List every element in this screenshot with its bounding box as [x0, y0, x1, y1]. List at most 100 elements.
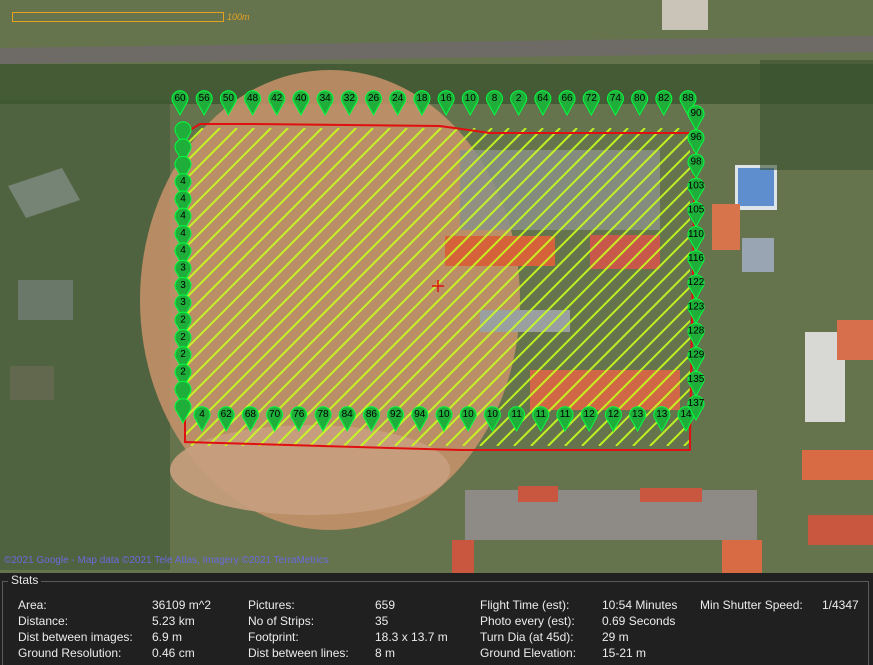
waypoint-number: 2	[180, 314, 186, 325]
waypoint-number: 129	[688, 350, 705, 361]
scale-bar-label: 100m	[227, 12, 250, 22]
stat-label-ground-elevation: Ground Elevation:	[480, 646, 577, 660]
stat-label-min-shutter-speed: Min Shutter Speed:	[700, 598, 803, 612]
building	[465, 490, 757, 540]
stats-groupbox	[2, 581, 869, 665]
waypoint-number: 2	[516, 93, 522, 104]
stat-label-photo-every: Photo every (est):	[480, 614, 575, 628]
waypoint-number: 3	[180, 263, 186, 274]
building	[640, 488, 702, 502]
stat-value-ground-resolution: 0.46 cm	[152, 646, 195, 660]
waypoint-number: 76	[293, 409, 305, 420]
building	[808, 515, 873, 545]
waypoint-number: 32	[344, 93, 356, 104]
tree-cover	[0, 64, 873, 104]
stat-label-footprint: Footprint:	[248, 630, 299, 644]
playground	[170, 425, 450, 515]
stat-label-pictures: Pictures:	[248, 598, 295, 612]
waypoint-number: 128	[688, 326, 705, 337]
stat-label-ground-resolution: Ground Resolution:	[18, 646, 122, 660]
waypoint-number: 56	[199, 93, 211, 104]
waypoint-number: 2	[180, 349, 186, 360]
waypoint-number: 18	[416, 93, 428, 104]
waypoint-number: 12	[608, 409, 620, 420]
stat-label-no-of-strips: No of Strips:	[248, 614, 315, 628]
stat-label-dist-between-images: Dist between images:	[18, 630, 133, 644]
waypoint-number: 137	[688, 398, 705, 409]
stats-title: Stats	[8, 573, 42, 587]
waypoint-number: 13	[632, 409, 644, 420]
building	[802, 450, 873, 480]
building	[738, 168, 774, 206]
waypoint-number: 72	[586, 93, 598, 104]
waypoint-number: 80	[634, 93, 646, 104]
waypoint-number: 4	[180, 176, 186, 187]
waypoint-number: 2	[180, 366, 186, 377]
building	[662, 0, 708, 30]
waypoint-number: 40	[295, 93, 307, 104]
building	[742, 238, 774, 272]
stat-value-distance: 5.23 km	[152, 614, 195, 628]
stat-label-dist-between-lines: Dist between lines:	[248, 646, 349, 660]
waypoint-number: 50	[223, 93, 235, 104]
stats-panel: Stats Area: 36109 m^2 Distance: 5.23 km …	[0, 573, 873, 665]
waypoint-number: 34	[320, 93, 332, 104]
stat-value-area: 36109 m^2	[152, 598, 212, 612]
waypoint-number: 16	[441, 93, 453, 104]
waypoint-number: 11	[536, 409, 547, 420]
stat-label-distance: Distance:	[18, 614, 69, 628]
waypoint-number: 70	[269, 409, 281, 420]
waypoint-number: 122	[688, 277, 705, 288]
building	[837, 320, 873, 360]
waypoint-number: 10	[438, 409, 450, 420]
waypoint-number: 24	[392, 93, 404, 104]
waypoint-number: 10	[465, 93, 477, 104]
stat-value-flight-time: 10:54 Minutes	[602, 598, 678, 612]
stat-value-turn-dia: 29 m	[602, 630, 629, 644]
waypoint-number: 103	[688, 181, 705, 192]
waypoint-number: 4	[180, 193, 186, 204]
waypoint-number: 98	[690, 156, 702, 167]
waypoint-number: 66	[561, 93, 573, 104]
waypoint-number: 13	[656, 409, 668, 420]
tree-cover	[760, 60, 873, 170]
waypoint-number: 26	[368, 93, 380, 104]
building	[722, 540, 762, 573]
waypoint-number: 3	[180, 280, 186, 291]
stat-value-pictures: 659	[375, 598, 396, 612]
stat-label-flight-time: Flight Time (est):	[480, 598, 570, 612]
waypoint-number: 94	[414, 409, 426, 420]
waypoint-number: 12	[584, 409, 596, 420]
map-view[interactable]: 60 56 50 48 42 40 34 32 26 24 18 16 10 8 2 64 66 72 74 80 82…	[0, 0, 873, 573]
waypoint-number: 74	[610, 93, 622, 104]
waypoint-number: 4	[180, 245, 186, 256]
scale-bar	[12, 12, 224, 22]
waypoint-number: 78	[317, 409, 329, 420]
stat-value-ground-elevation: 15-21 m	[602, 646, 647, 660]
waypoint-number: 123	[688, 301, 705, 312]
waypoint-number: 3	[180, 297, 186, 308]
waypoint-number: 82	[658, 93, 670, 104]
waypoint-number: 4	[199, 409, 205, 420]
waypoint-number: 60	[174, 93, 186, 104]
waypoint-number: 90	[690, 108, 702, 119]
building	[452, 540, 474, 573]
building	[712, 204, 740, 250]
waypoint-number: 4	[180, 211, 186, 222]
waypoint-number: 68	[245, 409, 257, 420]
waypoint-number: 10	[487, 409, 499, 420]
waypoint-number: 11	[560, 409, 571, 420]
waypoint-number: 92	[390, 409, 402, 420]
stat-value-photo-every: 0.69 Seconds	[602, 614, 676, 628]
waypoint-number: 8	[492, 93, 498, 104]
stat-value-dist-between-lines: 8 m	[375, 646, 396, 660]
waypoint-number: 48	[247, 93, 259, 104]
waypoint-number: 135	[688, 374, 705, 385]
stat-value-min-shutter-speed: 1/4347	[822, 598, 859, 612]
stat-value-footprint: 18.3 x 13.7 m	[375, 630, 448, 644]
satellite-map[interactable]: 60 56 50 48 42 40 34 32 26 24 18 16 10 8 2 64 66 72 74 80 82…	[0, 0, 873, 573]
waypoint-number: 86	[366, 409, 378, 420]
waypoint-number: 110	[688, 229, 704, 240]
waypoint-number: 4	[180, 228, 186, 239]
waypoint-number: 96	[690, 132, 702, 143]
